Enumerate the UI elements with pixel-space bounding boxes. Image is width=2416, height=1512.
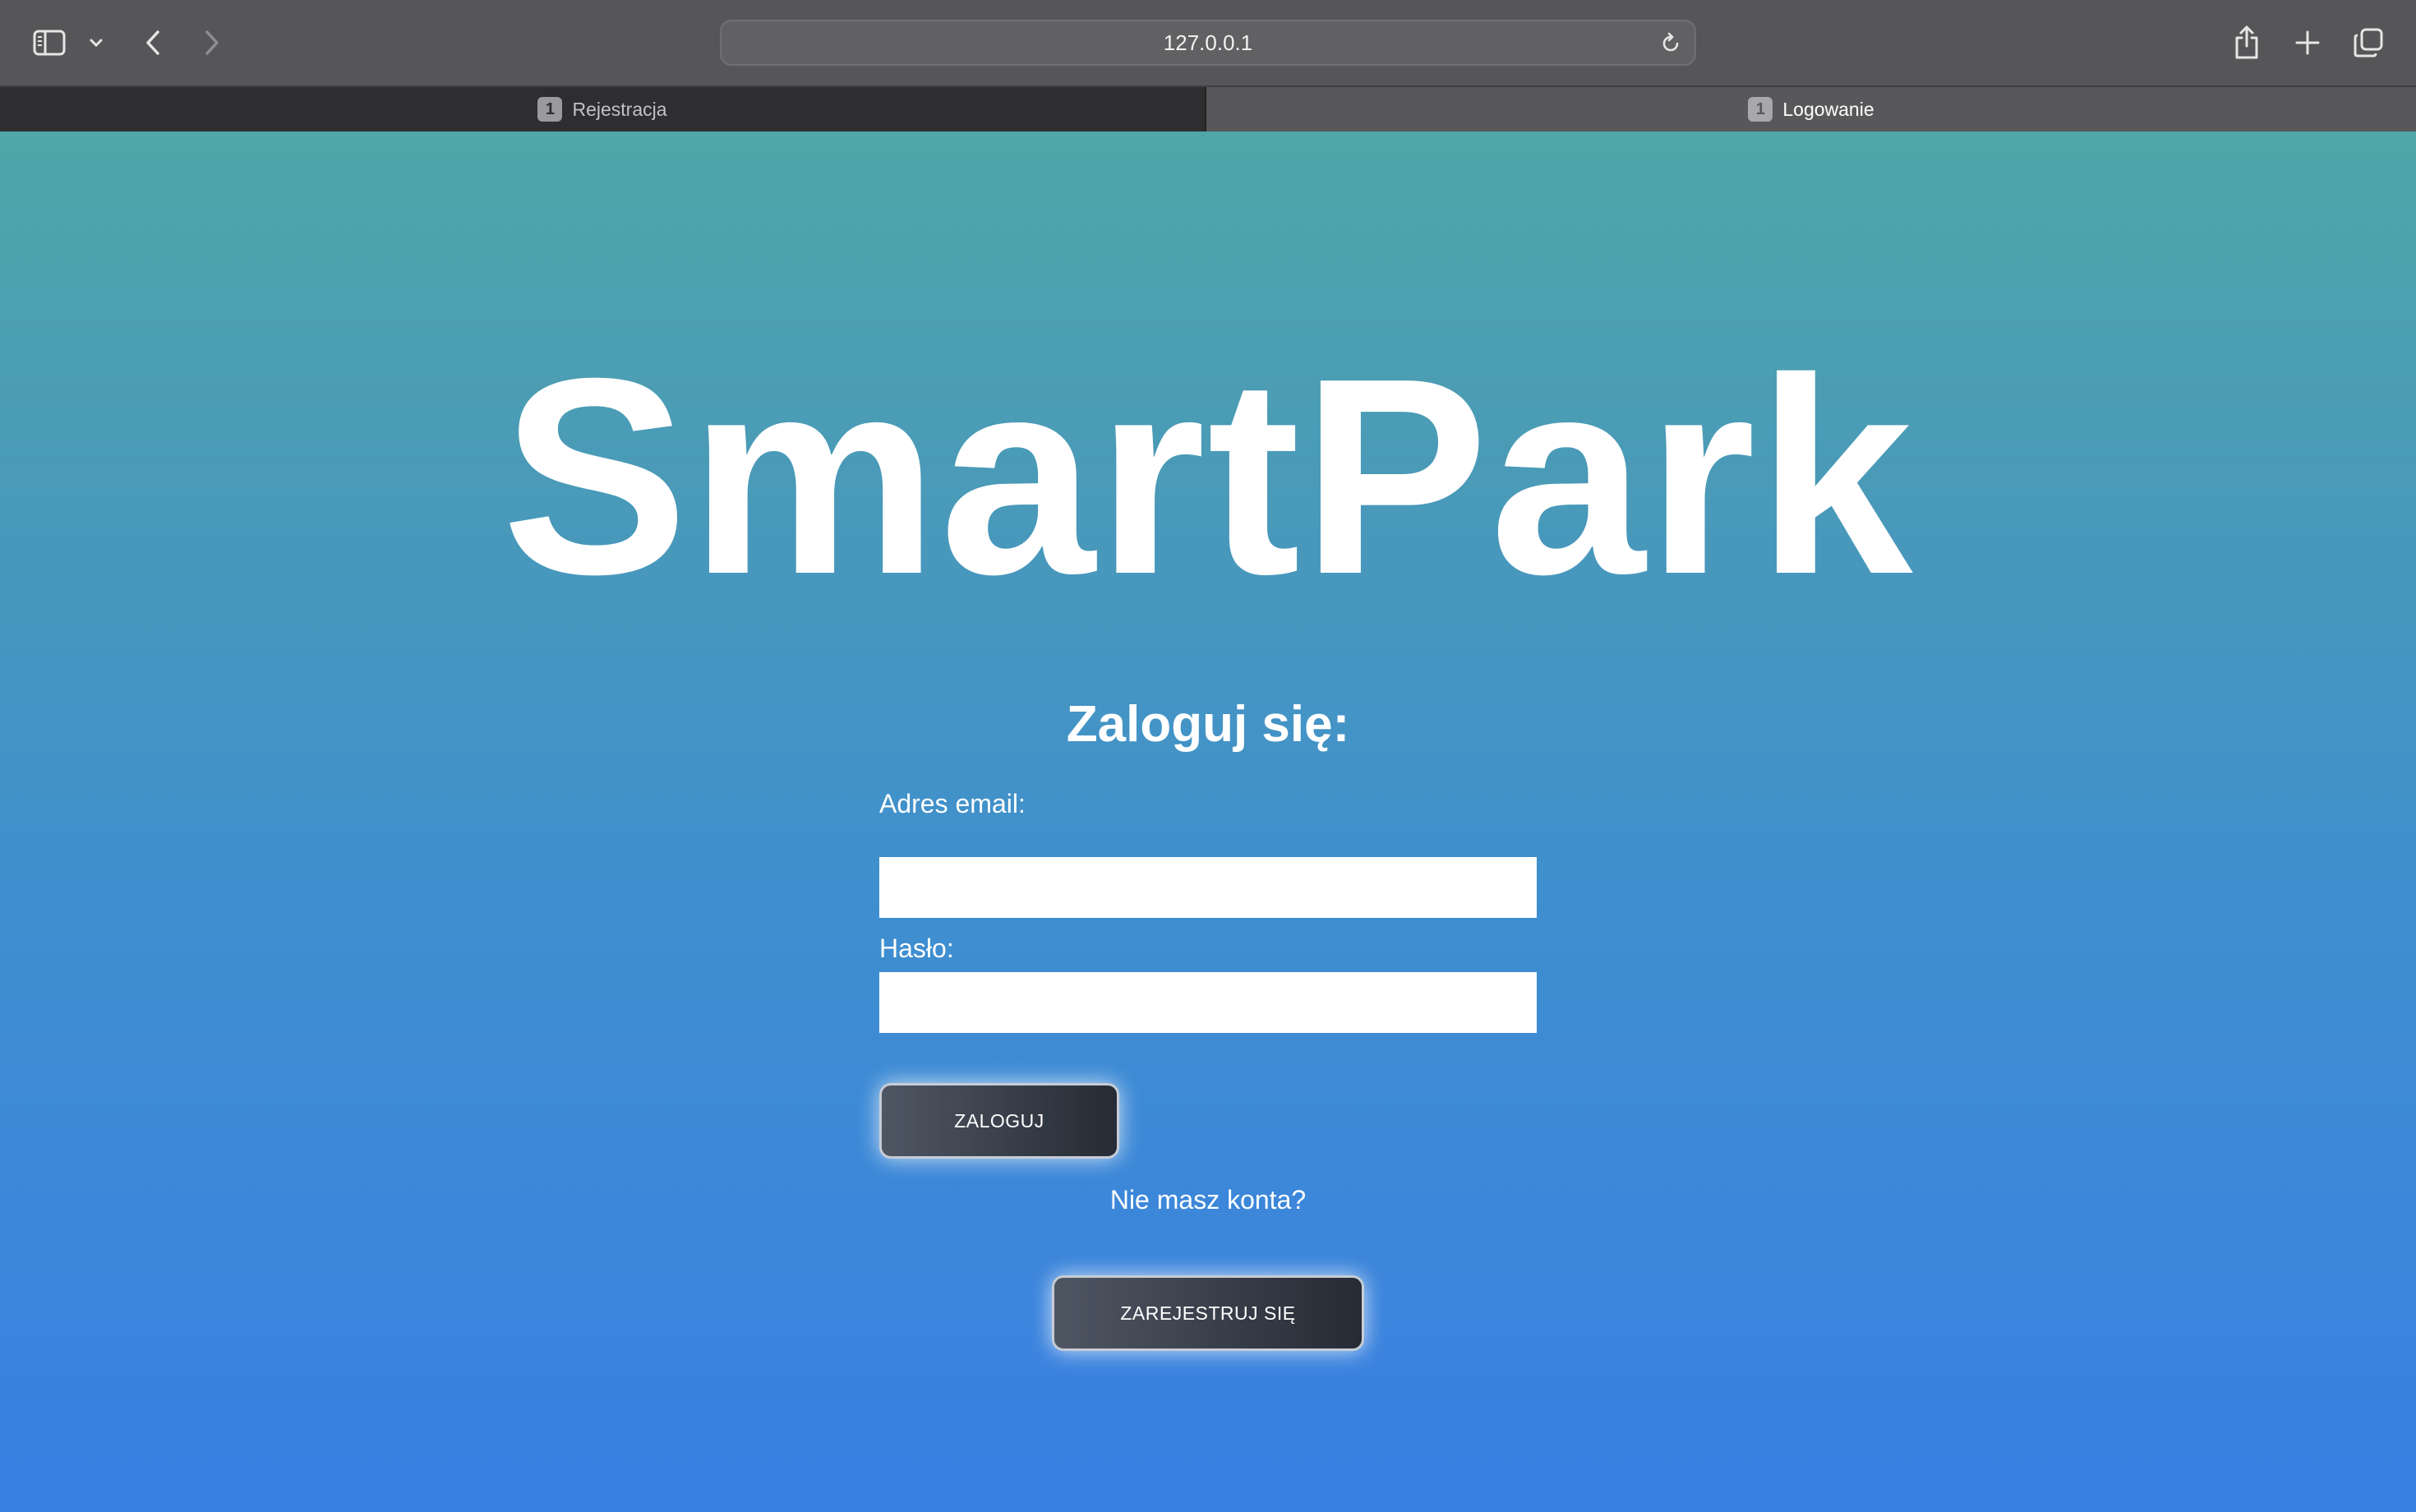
address-bar[interactable]: 127.0.0.1 <box>720 20 1696 66</box>
chevron-left-icon <box>146 30 159 55</box>
plus-icon <box>2295 30 2320 55</box>
password-label: Hasło: <box>879 933 954 963</box>
tab-bar: 1 Rejestracja 1 Logowanie <box>0 85 2416 131</box>
tab-label: Rejestracja <box>572 98 667 120</box>
tab-logowanie[interactable]: 1 Logowanie <box>1206 87 2416 131</box>
tab-badge: 1 <box>537 97 563 122</box>
chevron-down-icon[interactable] <box>85 31 107 54</box>
login-page: SmartPark Zaloguj się: Adres email: Hasł… <box>0 131 2416 1512</box>
form-title: Zaloguj się: <box>1066 696 1350 753</box>
back-button[interactable] <box>138 25 168 61</box>
new-tab-button[interactable] <box>2291 25 2324 61</box>
chevron-right-icon <box>205 30 219 55</box>
tab-rejestracja[interactable]: 1 Rejestracja <box>0 87 1206 131</box>
tabs-overview-icon[interactable] <box>2350 25 2386 61</box>
brand-title: SmartPark <box>501 320 1915 633</box>
tab-label: Logowanie <box>1782 98 1874 120</box>
address-url[interactable]: 127.0.0.1 <box>722 21 1694 64</box>
share-icon[interactable] <box>2230 21 2263 62</box>
no-account-text: Nie masz konta? <box>1109 1185 1307 1215</box>
register-button[interactable]: ZAREJESTRUJ SIĘ <box>1052 1275 1364 1351</box>
sidebar-icon[interactable] <box>30 25 69 61</box>
email-label: Adres email: <box>879 789 1026 818</box>
forward-button[interactable] <box>197 25 227 61</box>
reload-icon[interactable] <box>1658 31 1683 56</box>
browser-toolbar: 127.0.0.1 <box>0 0 2416 85</box>
password-field[interactable] <box>879 972 1537 1033</box>
login-button[interactable]: ZALOGUJ <box>879 1083 1119 1159</box>
email-field[interactable] <box>879 857 1537 918</box>
tab-badge: 1 <box>1748 97 1773 122</box>
